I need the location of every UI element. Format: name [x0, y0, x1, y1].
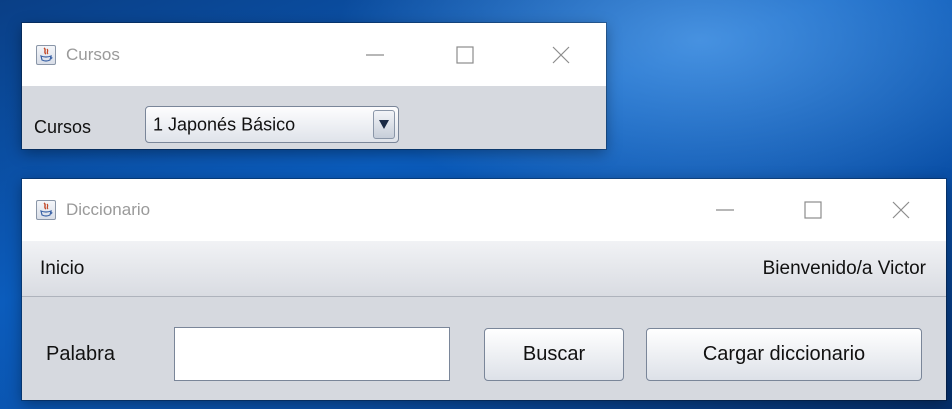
close-button[interactable] [878, 179, 924, 241]
minimize-button[interactable] [352, 23, 398, 86]
diccionario-window: Diccionario Inicio Bienvenido/a Victor P… [22, 179, 946, 400]
palabra-label: Palabra [46, 343, 115, 365]
cargar-diccionario-button[interactable]: Cargar diccionario [646, 328, 922, 381]
chevron-down-icon [379, 120, 389, 129]
window-title: Diccionario [66, 200, 151, 219]
close-button[interactable] [538, 23, 584, 86]
course-select-value: 1 Japonés Básico [153, 114, 296, 134]
menu-bar: Inicio Bienvenido/a Victor [22, 241, 946, 297]
welcome-text: Bienvenido/a Victor [762, 257, 926, 279]
menu-inicio[interactable]: Inicio [40, 258, 84, 280]
minimize-icon [366, 53, 384, 56]
cursos-titlebar[interactable]: Cursos [22, 23, 606, 86]
close-icon [892, 201, 910, 219]
java-app-icon [36, 200, 56, 220]
minimize-button[interactable] [702, 179, 748, 241]
cursos-window: Cursos Cursos 1 Japonés Básico [22, 23, 606, 149]
dropdown-button[interactable] [373, 110, 395, 139]
cursos-label: Cursos [34, 117, 92, 137]
maximize-icon [804, 201, 822, 219]
buscar-button[interactable]: Buscar [484, 328, 624, 381]
maximize-icon [456, 45, 474, 64]
course-select[interactable]: 1 Japonés Básico [145, 106, 399, 143]
diccionario-titlebar[interactable]: Diccionario [22, 179, 946, 241]
window-title: Cursos [66, 44, 120, 64]
close-icon [552, 46, 570, 63]
palabra-input[interactable] [174, 327, 450, 381]
minimize-icon [716, 209, 734, 211]
maximize-button[interactable] [790, 179, 836, 241]
maximize-button[interactable] [442, 23, 488, 86]
java-app-icon [36, 44, 56, 65]
